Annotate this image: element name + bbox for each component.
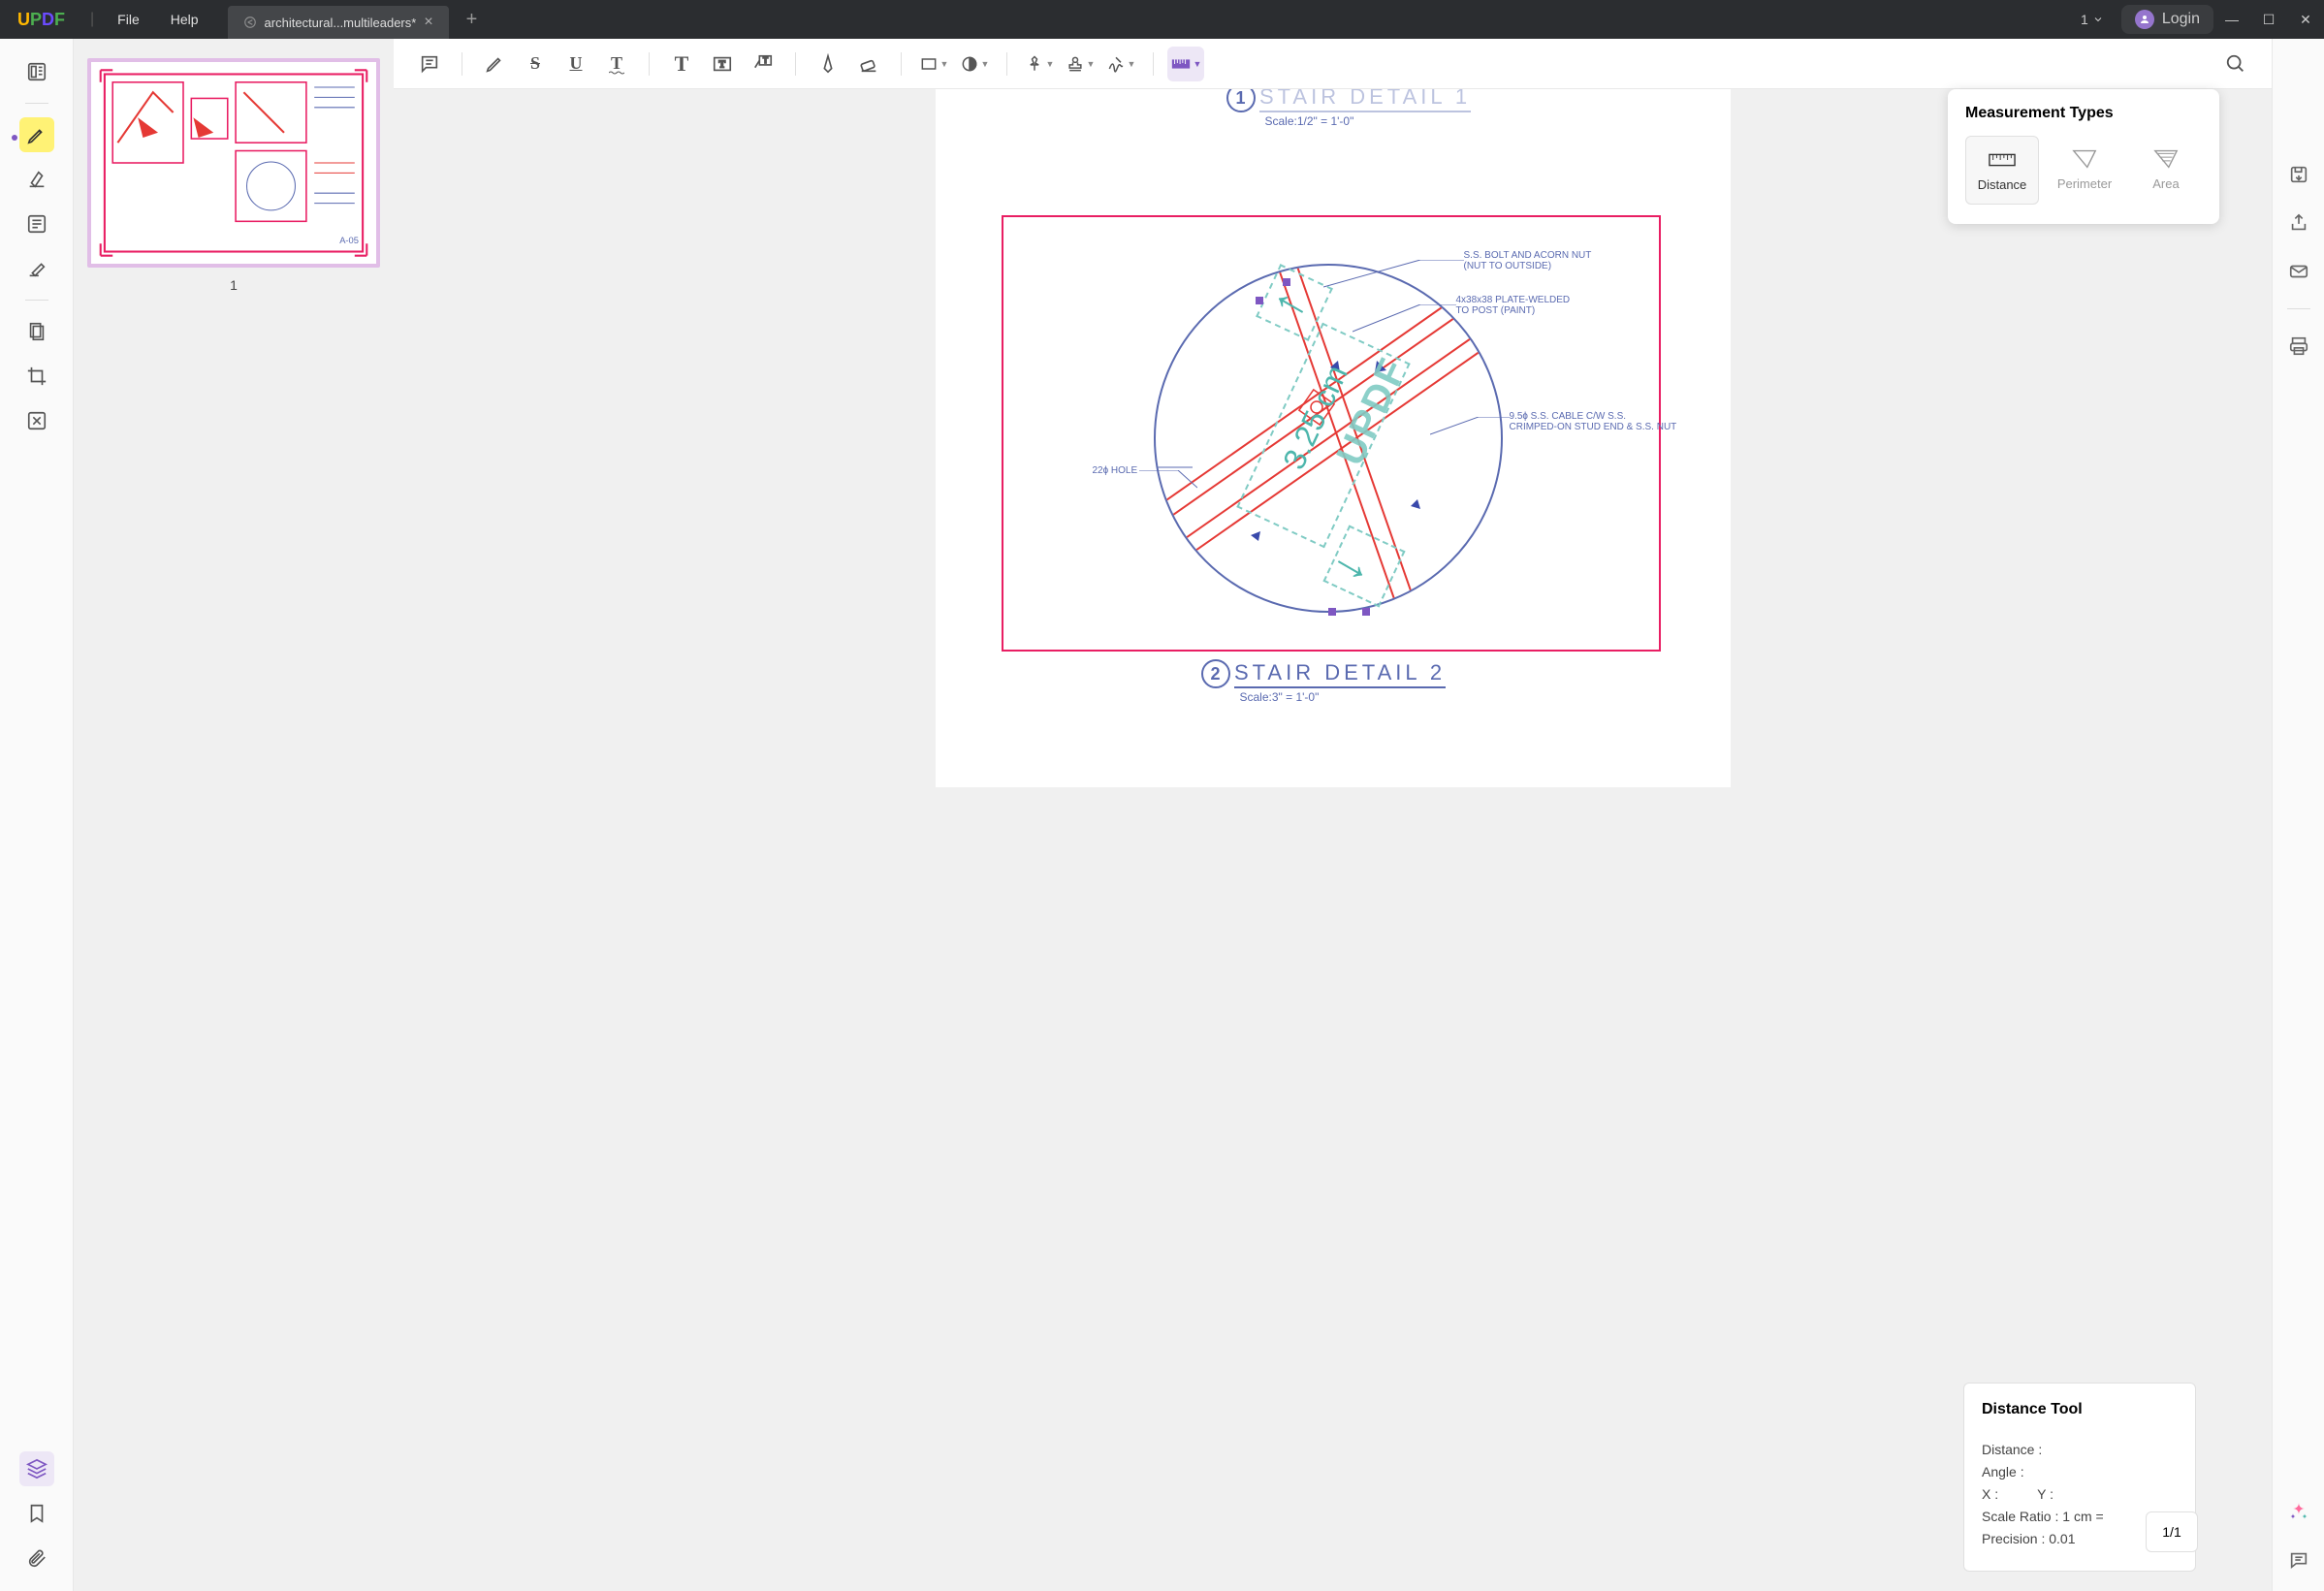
measurement-types-panel: Measurement Types Distance Perimeter Are… [1948,89,2219,224]
search-button[interactable] [2217,47,2254,81]
pen-tool-button[interactable] [19,162,54,197]
detail-2-title: 2 STAIR DETAIL 2 Scale:3" = 1'-0" [1201,659,1447,704]
file-menu[interactable]: File [102,12,155,27]
thumbnail-preview-icon: A-05 [91,62,376,264]
callout-button[interactable]: T [745,47,781,81]
area-icon [2152,147,2180,171]
app-logo: UPDF [0,10,82,30]
distance-row: Distance : [1982,1442,2178,1457]
right-toolbar [2272,39,2324,1591]
svg-text:T: T [718,59,725,70]
canvas: S U T T T T ▼ ▼ ▼ ▼ ▼ ▼ 1 [394,39,2272,1591]
close-button[interactable]: ✕ [2287,12,2324,28]
share-icon[interactable] [2283,207,2314,239]
leader-bolt-text: S.S. BOLT AND ACORN NUT (NUT TO OUTSIDE) [1464,250,1592,271]
ocr-tool-button[interactable] [19,403,54,438]
chevron-down-icon [2092,14,2104,25]
text-tool-button[interactable] [19,207,54,241]
leader-line-icon [1323,260,1464,289]
thumbnails-button[interactable] [19,54,54,89]
comment-button[interactable] [411,47,448,81]
panel-title: Measurement Types [1965,105,2202,122]
grip[interactable] [1362,608,1370,616]
ai-sparkle-icon [2287,1500,2310,1523]
grip[interactable] [1328,608,1336,616]
leader-line-icon [1430,417,1510,436]
eraser-button[interactable] [850,47,887,81]
tab-add-button[interactable]: + [466,9,478,31]
login-button[interactable]: Login [2121,5,2213,34]
leader-line-icon [1139,470,1197,490]
help-menu[interactable]: Help [155,12,214,27]
pages-tool-button[interactable] [19,314,54,349]
crop-tool-button[interactable] [19,359,54,394]
bookmark-button[interactable] [19,1496,54,1531]
underline-button[interactable]: U [557,47,594,81]
document-tab[interactable]: architectural...multileaders* × [228,6,449,39]
detail-1-title: 1 STAIR DETAIL 1 Scale:1/2" = 1'-0" [1226,89,1472,128]
leader-line-icon [1353,304,1456,334]
thumbnail-1[interactable]: A-05 [87,58,380,268]
x-row: X : [1982,1486,1998,1502]
avatar-icon [2135,10,2154,29]
area-type-button[interactable]: Area [2130,136,2202,205]
print-icon[interactable] [2283,331,2314,362]
circle-shade-button[interactable]: ▼ [956,47,993,81]
grip[interactable] [1283,278,1290,286]
tab-close-icon[interactable]: × [424,15,432,30]
svg-text:T: T [763,56,768,65]
distance-icon [1989,148,2016,172]
comments-panel-button[interactable] [2283,1544,2314,1575]
maximize-button[interactable]: ☐ [2250,12,2287,28]
y-row: Y : [2037,1486,2053,1502]
document-viewport[interactable]: 1 STAIR DETAIL 1 Scale:1/2" = 1'-0" [394,89,2272,1591]
highlight-button[interactable] [476,47,513,81]
document-icon [243,16,257,29]
attachment-button[interactable] [19,1541,54,1575]
measure-button[interactable]: ▼ [1167,47,1204,81]
text-button[interactable]: T [663,47,700,81]
tabs-count-button[interactable]: 1 [2063,12,2121,27]
svg-text:A-05: A-05 [339,236,359,245]
squiggly-button[interactable]: T [598,47,635,81]
angle-row: Angle : [1982,1464,2178,1480]
sep: | [82,11,102,28]
page-indicator[interactable]: 1/1 [2146,1511,2198,1552]
leader-cable-text: 9.5ɸ S.S. CABLE C/W S.S. CRIMPED-ON STUD… [1510,411,1677,432]
signature-button[interactable]: ▼ [1102,47,1139,81]
pen-button[interactable] [810,47,846,81]
minimize-button[interactable]: — [2213,12,2250,27]
page: 1 STAIR DETAIL 1 Scale:1/2" = 1'-0" [936,89,1731,787]
email-icon[interactable] [2283,256,2314,287]
strikethrough-button[interactable]: S [517,47,554,81]
eraser-tool-button[interactable] [19,251,54,286]
textbox-button[interactable]: T [704,47,741,81]
annotation-toolbar: S U T T T T ▼ ▼ ▼ ▼ ▼ ▼ [394,39,2272,89]
layers-button[interactable] [19,1451,54,1486]
distance-tool-title: Distance Tool [1982,1401,2178,1428]
save-icon[interactable] [2283,159,2314,190]
stamp-button[interactable]: ▼ [1062,47,1098,81]
pin-button[interactable]: ▼ [1021,47,1058,81]
thumbnail-panel: A-05 1 [74,39,394,1591]
left-toolbar [0,39,74,1591]
leader-hole-text: 22ɸ HOLE [1093,465,1138,476]
highlight-tool-button[interactable] [19,117,54,152]
thumbnail-label: 1 [87,277,380,293]
perimeter-type-button[interactable]: Perimeter [2049,136,2120,205]
titlebar: UPDF | File Help architectural...multile… [0,0,2324,39]
perimeter-icon [2071,147,2098,171]
leader-plate-text: 4x38x38 PLATE-WELDED TO POST (PAINT) [1456,295,1571,316]
distance-type-button[interactable]: Distance [1965,136,2039,205]
rectangle-button[interactable]: ▼ [915,47,952,81]
ai-button[interactable] [2283,1496,2314,1527]
tab-name: architectural...multileaders* [265,16,417,30]
